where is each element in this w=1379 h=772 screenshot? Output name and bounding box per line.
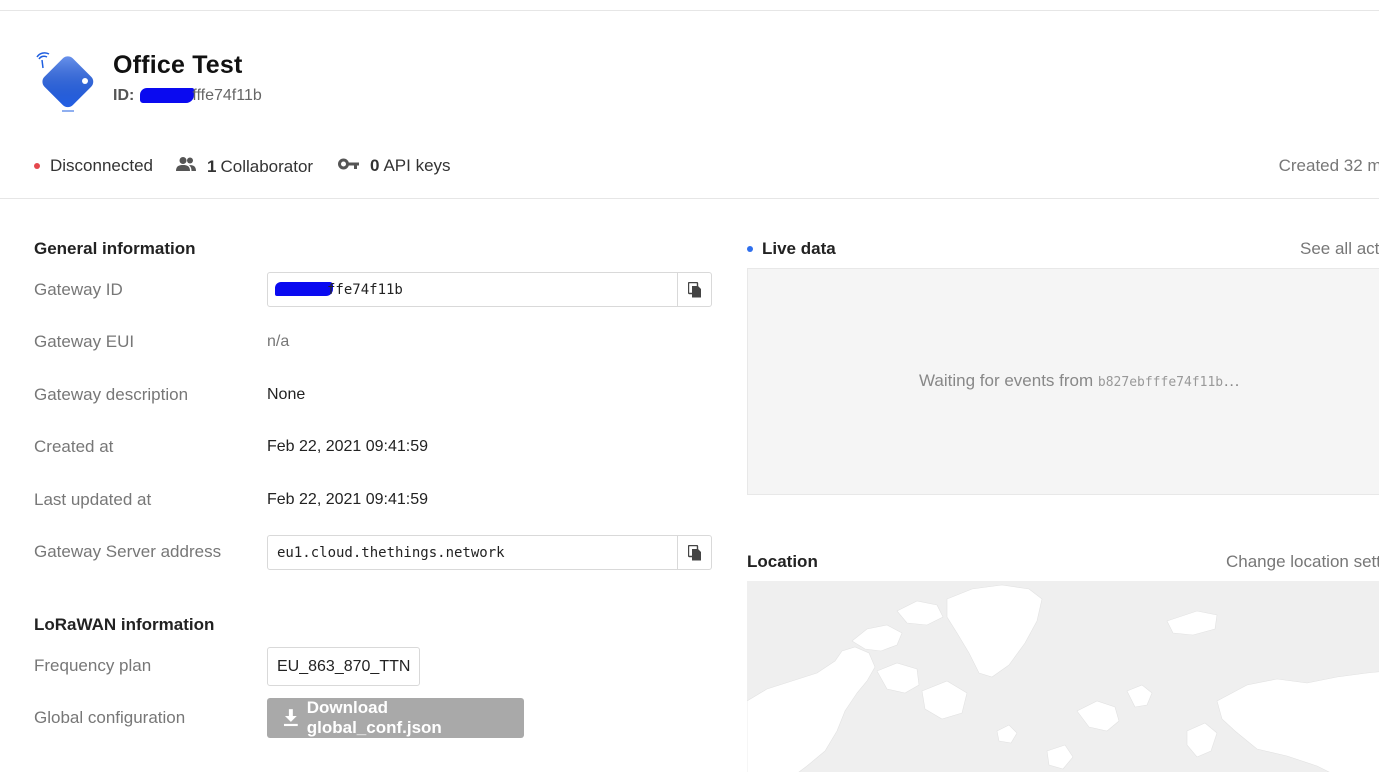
gateway-title: Office Test: [113, 51, 243, 79]
download-icon: [283, 709, 298, 727]
gateway-icon: [32, 48, 98, 114]
id-label: ID:: [113, 87, 135, 104]
key-icon: [338, 156, 370, 176]
copy-server-address-button[interactable]: [677, 536, 711, 569]
status-indicator: Disconnected: [34, 156, 153, 176]
created-at-label: Created at: [34, 437, 114, 456]
waiting-gateway-id: b827ebfffe74f11b: [1097, 375, 1224, 390]
lorawan-info-title: LoRaWAN information: [34, 615, 215, 634]
description-value: None: [267, 386, 306, 403]
collaborators-label: Collaborator: [220, 156, 314, 176]
see-all-activity-link[interactable]: See all acti: [1300, 239, 1379, 259]
api-keys-label: API keys: [383, 156, 451, 175]
server-address-value: eu1.cloud.thethings.network: [277, 544, 505, 561]
status-dot: [34, 163, 40, 169]
collaborators-count: 1: [207, 156, 217, 176]
description-label: Gateway description: [34, 385, 189, 404]
gateway-stats-bar: Disconnected 1 Collaborator 0 API keys C…: [0, 150, 1379, 182]
gateway-id-value: ffe74f11b: [268, 281, 677, 298]
created-at-value: Feb 22, 2021 09:41:59: [267, 438, 429, 455]
gateway-id-value-text: ffe74f11b: [327, 281, 403, 298]
general-info-title: General information: [34, 239, 196, 258]
live-data-title: Live data: [762, 239, 836, 258]
gateway-id-text: fffe74f11b: [192, 87, 262, 104]
section-divider: [0, 198, 1379, 199]
created-ago-text: Created 32 minut: [1278, 156, 1379, 175]
updated-at-value: Feb 22, 2021 09:41:59: [267, 491, 429, 508]
location-map[interactable]: [747, 581, 1379, 772]
download-global-conf-button[interactable]: Download global_conf.json: [267, 698, 524, 738]
global-config-label: Global configuration: [34, 708, 186, 727]
copy-gateway-id-button[interactable]: [677, 273, 711, 306]
location-title: Location: [747, 552, 818, 571]
gateway-id-line: ID: fffe74f11b: [113, 87, 262, 105]
server-address-label: Gateway Server address: [34, 542, 222, 561]
server-address-field[interactable]: eu1.cloud.thethings.network: [267, 535, 712, 570]
api-keys-count: 0: [370, 156, 380, 175]
gateway-eui-value: n/a: [267, 333, 290, 350]
status-text: Disconnected: [50, 156, 154, 175]
waiting-events-text: Waiting for events from b827ebfffe74f11b…: [919, 371, 1240, 391]
redaction-mark: [275, 281, 333, 296]
gateway-id-field[interactable]: ffe74f11b: [267, 272, 712, 307]
gateway-id-label: Gateway ID: [34, 280, 123, 299]
top-divider: [0, 10, 1379, 11]
gateway-eui-label: Gateway EUI: [34, 332, 135, 351]
api-keys-link[interactable]: 0 API keys: [338, 156, 451, 176]
copy-icon: [687, 281, 701, 297]
copy-icon: [687, 544, 701, 560]
updated-at-label: Last updated at: [34, 490, 152, 509]
change-location-link[interactable]: Change location setti: [1226, 552, 1379, 572]
redaction-mark: [140, 88, 195, 103]
live-indicator-dot: [747, 246, 753, 252]
waiting-label: Waiting for events from: [919, 371, 1094, 390]
collaborators-icon: [175, 156, 207, 177]
collaborators-link[interactable]: 1 Collaborator: [175, 156, 313, 177]
map-landmass: [747, 584, 1379, 772]
waiting-ellipsis: …: [1223, 371, 1241, 390]
frequency-plan-label: Frequency plan: [34, 656, 152, 675]
gateway-header: Office Test ID: fffe74f11b: [0, 40, 1379, 130]
frequency-plan-value: EU_863_870_TTN: [267, 647, 421, 686]
download-label: Download global_conf.json: [306, 698, 442, 737]
